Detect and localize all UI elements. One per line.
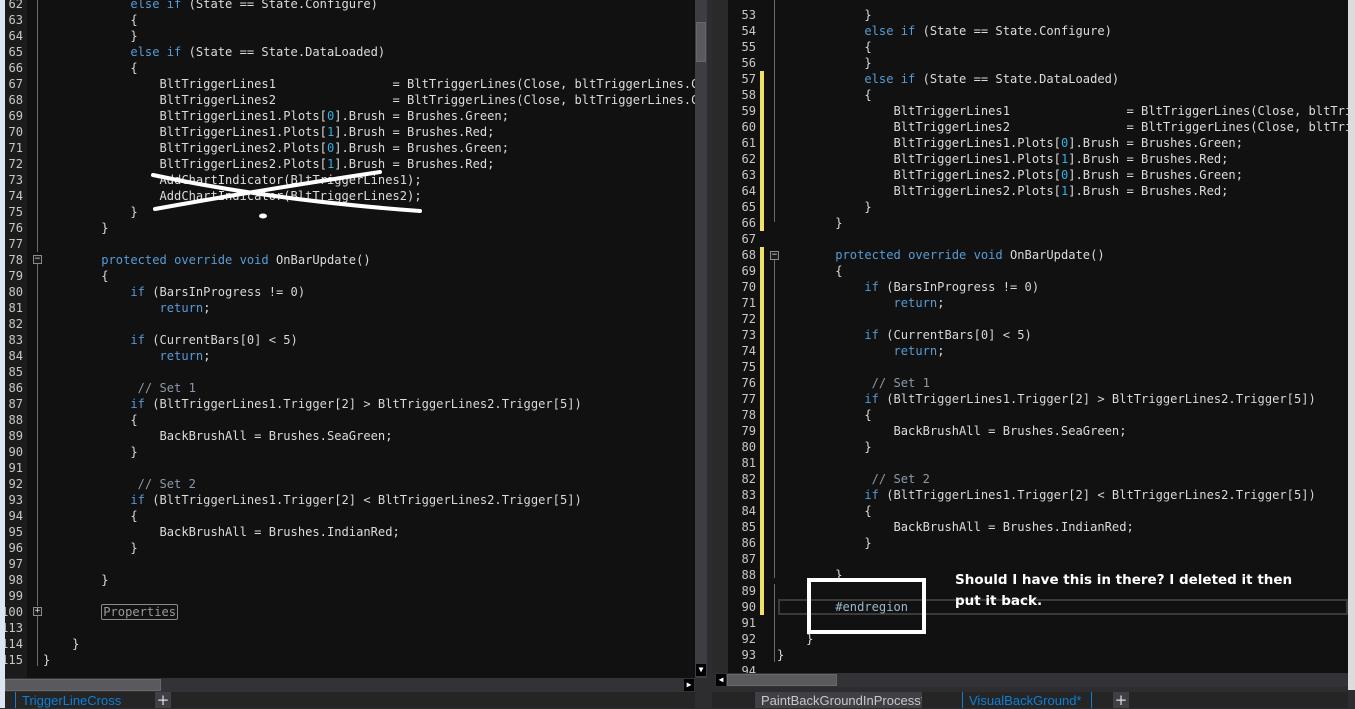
annotation-note: Should I have this in there? I deleted i… — [955, 570, 1315, 612]
cross-out-stroke — [151, 173, 422, 213]
highlight-box-annotation — [807, 578, 926, 634]
note-line-1: Should I have this in there? I deleted i… — [955, 572, 1293, 588]
note-line-2: put it back. — [955, 593, 1043, 609]
scribble-dot — [259, 213, 267, 219]
